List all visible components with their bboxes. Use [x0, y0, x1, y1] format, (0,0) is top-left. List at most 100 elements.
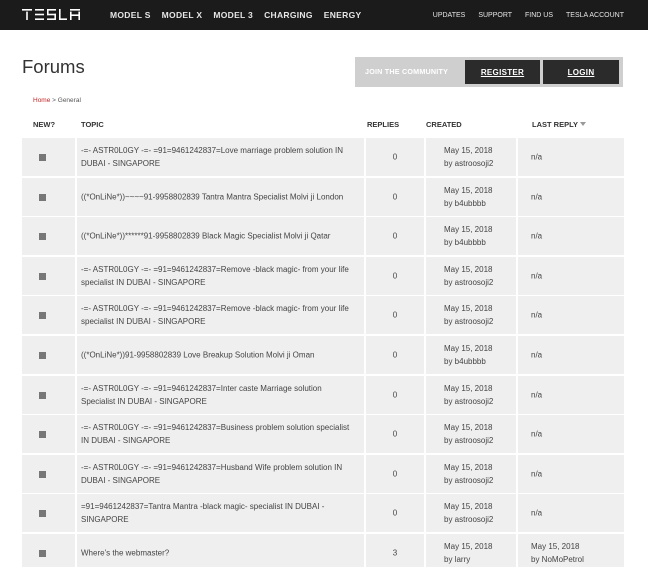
replies-cell: 0 — [366, 138, 424, 176]
last-reply-info: n/a — [531, 428, 542, 441]
reply-count: 0 — [392, 390, 398, 400]
nav-tesla-account[interactable]: TESLA ACCOUNT — [566, 12, 624, 19]
login-button[interactable]: LOGIN — [543, 60, 619, 84]
last-reply-cell: n/a — [518, 217, 624, 256]
breadcrumb-separator: > — [52, 97, 56, 104]
table-row[interactable]: -=- ASTR0L0GY -=- =91=9461242837=Remove … — [22, 256, 624, 295]
nav-find-us[interactable]: FIND US — [525, 12, 553, 19]
new-cell — [22, 533, 75, 567]
created-author: by astroosoji2 — [444, 277, 494, 287]
topic-link[interactable]: ((*OnLiNe*))~~~~91-9958802839 Tantra Man… — [81, 190, 358, 203]
last-reply-line-1: n/a — [531, 508, 543, 518]
column-header-topic[interactable]: TOPIC — [81, 120, 104, 129]
created-date: May 15, 2018 — [444, 541, 493, 551]
column-header-replies[interactable]: REPLIES — [367, 120, 399, 129]
unread-marker-icon — [39, 431, 46, 439]
last-reply-cell: n/a — [518, 415, 624, 454]
last-reply-info: n/a — [531, 269, 542, 282]
table-row[interactable]: ((*OnLiNe*))~~~~91-9958802839 Tantra Man… — [22, 177, 624, 216]
new-cell — [22, 494, 75, 533]
unread-marker-icon — [39, 154, 46, 161]
created-author: by b4ubbbb — [444, 238, 486, 248]
replies-cell: 0 — [366, 217, 424, 256]
join-community-label: JOIN THE COMMUNITY — [365, 67, 449, 76]
table-row[interactable]: ((*OnLiNe*))91-9958802839 Love Breakup S… — [22, 335, 624, 374]
topic-link[interactable]: -=- ASTR0L0GY -=- =91=9461242837=Remove … — [81, 302, 358, 328]
created-date: May 15, 2018 — [444, 423, 493, 433]
column-header-created[interactable]: CREATED — [426, 120, 462, 129]
last-reply-line-1: n/a — [531, 310, 543, 320]
created-date: May 15, 2018 — [444, 225, 493, 235]
reply-count: 0 — [392, 271, 398, 281]
created-cell: May 15, 2018 by astroosoji2 — [426, 415, 516, 454]
nav-model-x[interactable]: MODEL X — [162, 10, 203, 20]
column-header-last-reply[interactable]: LAST REPLY — [532, 120, 586, 129]
created-date: May 15, 2018 — [444, 383, 493, 393]
nav-energy[interactable]: ENERGY — [324, 10, 362, 20]
created-cell: May 15, 2018 by astroosoji2 — [426, 454, 516, 493]
last-reply-cell: n/a — [518, 454, 624, 493]
created-info: May 15, 2018 by astroosoji2 — [444, 263, 493, 289]
topic-cell: -=- ASTR0L0GY -=- =91=9461242837=Inter c… — [77, 375, 364, 414]
topic-cell: -=- ASTR0L0GY -=- =91=9461242837=Remove … — [77, 296, 364, 335]
replies-cell: 0 — [366, 335, 424, 374]
created-date: May 15, 2018 — [444, 343, 493, 353]
nav-charging[interactable]: CHARGING — [264, 10, 313, 20]
topic-cell: -=- ASTR0L0GY -=- =91=9461242837=Busines… — [77, 415, 364, 454]
table-row[interactable]: =91=9461242837=Tantra Mantra -black magi… — [22, 494, 624, 533]
nav-support[interactable]: SUPPORT — [478, 12, 512, 19]
unread-marker-icon — [39, 470, 46, 478]
last-reply-line-1: n/a — [531, 469, 543, 479]
unread-marker-icon — [39, 272, 46, 280]
unread-marker-icon — [39, 233, 46, 241]
created-date: May 15, 2018 — [444, 502, 493, 512]
tesla-logo[interactable] — [22, 9, 84, 21]
register-button[interactable]: REGISTER — [465, 60, 540, 84]
topic-link[interactable]: ((*OnLiNe*))******91-9958802839 Black Ma… — [81, 230, 358, 243]
created-info: May 15, 2018 by larry — [444, 540, 492, 566]
community-panel: JOIN THE COMMUNITY REGISTER LOGIN — [355, 57, 623, 87]
last-reply-line-1: n/a — [531, 231, 543, 241]
nav-model-s[interactable]: MODEL S — [110, 10, 151, 20]
created-author: by b4ubbbb — [444, 356, 486, 366]
topic-link[interactable]: Where's the webmaster? — [81, 546, 358, 559]
topic-link[interactable]: ((*OnLiNe*))91-9958802839 Love Breakup S… — [81, 348, 358, 361]
new-cell — [22, 415, 75, 454]
column-header-new: NEW? — [33, 120, 56, 129]
new-cell — [22, 217, 75, 256]
created-info: May 15, 2018 by astroosoji2 — [444, 144, 493, 170]
new-cell — [22, 296, 75, 335]
breadcrumb-home-link[interactable]: Home — [33, 97, 50, 104]
created-author: by astroosoji2 — [444, 515, 494, 525]
table-row[interactable]: -=- ASTR0L0GY -=- =91=9461242837=Remove … — [22, 296, 624, 335]
last-reply-info: n/a — [531, 190, 542, 203]
topic-link[interactable]: -=- ASTR0L0GY -=- =91=9461242837=Busines… — [81, 421, 358, 447]
topic-link[interactable]: -=- ASTR0L0GY -=- =91=9461242837=Inter c… — [81, 382, 358, 408]
last-reply-line-1: n/a — [531, 429, 543, 439]
topic-link[interactable]: -=- ASTR0L0GY -=- =91=9461242837=Remove … — [81, 263, 358, 289]
topic-link[interactable]: =91=9461242837=Tantra Mantra -black magi… — [81, 500, 358, 526]
last-reply-cell: n/a — [518, 375, 624, 414]
created-cell: May 15, 2018 by b4ubbbb — [426, 177, 516, 216]
created-cell: May 15, 2018 by larry — [426, 533, 516, 567]
table-row[interactable]: -=- ASTR0L0GY -=- =91=9461242837=Love ma… — [22, 138, 624, 176]
created-info: May 15, 2018 by astroosoji2 — [444, 461, 493, 487]
table-row[interactable]: -=- ASTR0L0GY -=- =91=9461242837=Busines… — [22, 415, 624, 454]
table-row[interactable]: -=- ASTR0L0GY -=- =91=9461242837=Husband… — [22, 454, 624, 493]
table-row[interactable]: Where's the webmaster? 3 May 15, 2018 by la… — [22, 533, 624, 567]
replies-cell: 0 — [366, 375, 424, 414]
reply-count: 0 — [392, 508, 398, 518]
nav-model-3[interactable]: MODEL 3 — [213, 10, 253, 20]
topic-link[interactable]: -=- ASTR0L0GY -=- =91=9461242837=Love ma… — [81, 144, 358, 170]
replies-cell: 0 — [366, 177, 424, 216]
table-row[interactable]: -=- ASTR0L0GY -=- =91=9461242837=Inter c… — [22, 375, 624, 414]
created-author: by astroosoji2 — [444, 396, 494, 406]
nav-updates[interactable]: UPDATES — [433, 12, 466, 19]
topic-link[interactable]: -=- ASTR0L0GY -=- =91=9461242837=Husband… — [81, 461, 358, 487]
table-row[interactable]: ((*OnLiNe*))******91-9958802839 Black Ma… — [22, 217, 624, 256]
created-info: May 15, 2018 by b4ubbbb — [444, 223, 492, 249]
topics-table-body: -=- ASTR0L0GY -=- =91=9461242837=Love ma… — [22, 138, 624, 567]
created-info: May 15, 2018 by b4ubbbb — [444, 342, 492, 368]
topic-cell: =91=9461242837=Tantra Mantra -black magi… — [77, 494, 364, 533]
replies-cell: 0 — [366, 256, 424, 295]
